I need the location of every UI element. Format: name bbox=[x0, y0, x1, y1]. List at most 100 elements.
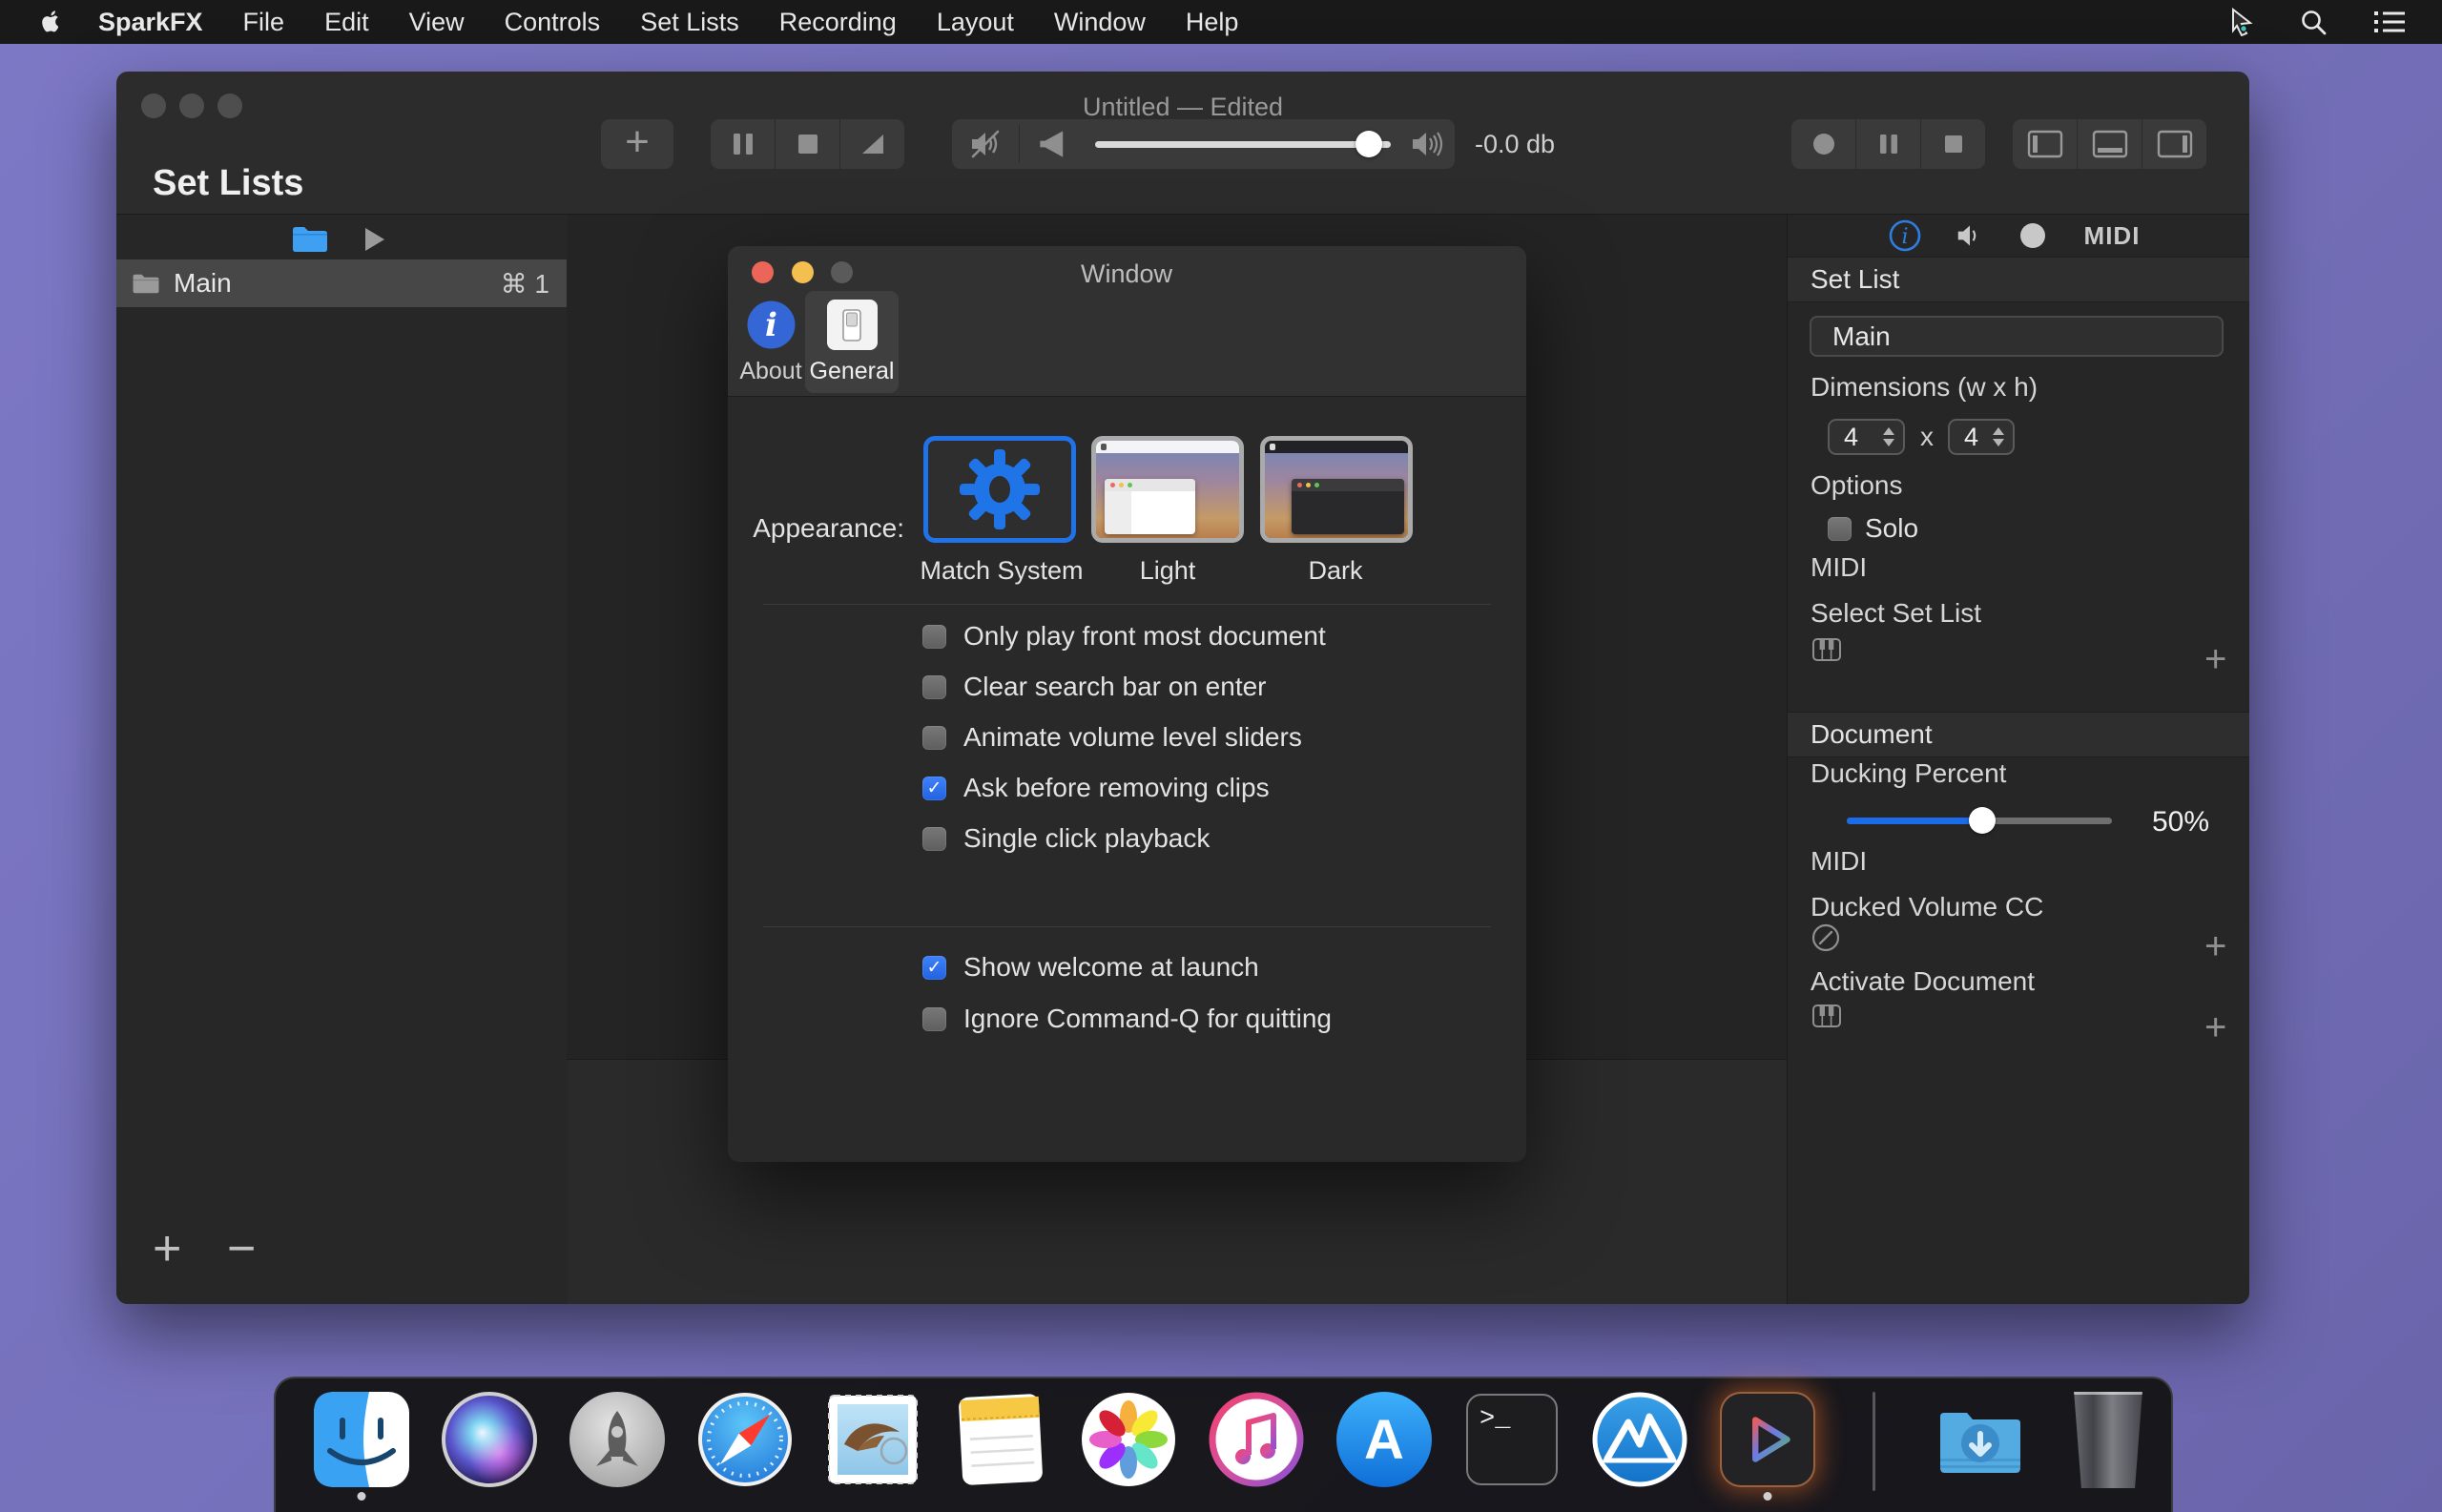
dock-icon-itunes[interactable] bbox=[1209, 1392, 1304, 1487]
light-switch-icon bbox=[827, 300, 878, 350]
midi-tab-icon[interactable]: MIDI bbox=[2074, 217, 2150, 254]
option-single-click-playback[interactable]: ✓ Single click playback bbox=[922, 822, 1210, 855]
option-only-play-front[interactable]: ✓ Only play front most document bbox=[922, 620, 1326, 652]
menu-layout[interactable]: Layout bbox=[937, 8, 1014, 37]
tab-general-label: General bbox=[810, 358, 895, 385]
appearance-option-match-system[interactable] bbox=[923, 436, 1076, 543]
record-button[interactable] bbox=[1791, 119, 1855, 169]
width-stepper[interactable]: 4 bbox=[1828, 419, 1905, 455]
layout-right-panel-button[interactable] bbox=[2142, 119, 2206, 169]
folder-icon bbox=[132, 273, 160, 295]
match-system-label: Match System bbox=[920, 556, 1083, 586]
audio-tab-icon[interactable] bbox=[1952, 217, 1988, 254]
solo-option[interactable]: ✓ Solo bbox=[1828, 513, 1918, 544]
times-label: x bbox=[1920, 422, 1934, 452]
fade-button[interactable] bbox=[839, 119, 904, 169]
inspector-tabs: i MIDI bbox=[1788, 215, 2249, 258]
stepper-chevrons[interactable] bbox=[1883, 427, 1894, 446]
checkbox-label: Ask before removing clips bbox=[963, 773, 1270, 803]
menu-view[interactable]: View bbox=[409, 8, 465, 37]
option-ignore-command-q[interactable]: ✓ Ignore Command-Q for quitting bbox=[922, 1003, 1332, 1035]
checkbox[interactable]: ✓ bbox=[922, 956, 946, 980]
dock-icon-downloads[interactable] bbox=[1933, 1392, 2028, 1487]
playback-controls bbox=[711, 119, 904, 169]
master-volume-slider-track[interactable] bbox=[1095, 141, 1391, 148]
dock-icon-sparkfx[interactable] bbox=[1720, 1392, 1815, 1487]
inspector-panel: i MIDI Set List Main Dimensions (w x h) … bbox=[1787, 215, 2249, 1304]
solo-checkbox[interactable]: ✓ bbox=[1828, 517, 1852, 541]
record-stop-button[interactable] bbox=[1920, 119, 1985, 169]
master-volume-slider-thumb[interactable] bbox=[1356, 131, 1382, 157]
new-set-list-folder-button[interactable] bbox=[289, 222, 331, 257]
dock-icon-peak-app[interactable] bbox=[1592, 1392, 1687, 1487]
set-list-row-main[interactable]: Main ⌘ 1 bbox=[116, 259, 567, 307]
dialog-close-button[interactable] bbox=[752, 261, 774, 283]
dock-icon-terminal[interactable]: >_ bbox=[1464, 1392, 1560, 1487]
checkbox[interactable]: ✓ bbox=[922, 726, 946, 750]
menu-set-lists[interactable]: Set Lists bbox=[640, 8, 739, 37]
checkbox[interactable]: ✓ bbox=[922, 827, 946, 851]
midi-keyboard-icon bbox=[1811, 634, 1842, 670]
menu-app-name[interactable]: SparkFX bbox=[98, 8, 203, 37]
ducking-slider-thumb[interactable] bbox=[1969, 807, 1996, 834]
height-stepper[interactable]: 4 bbox=[1948, 419, 2015, 455]
play-set-list-button[interactable] bbox=[356, 222, 394, 257]
volume-loud-icon bbox=[1400, 119, 1454, 169]
layout-bottom-panel-button[interactable] bbox=[2077, 119, 2142, 169]
apple-menu-icon[interactable] bbox=[36, 10, 58, 35]
mute-button[interactable] bbox=[952, 119, 1019, 169]
svg-text:i: i bbox=[765, 306, 777, 344]
dock-icon-finder[interactable] bbox=[314, 1392, 409, 1487]
checkbox[interactable]: ✓ bbox=[922, 625, 946, 649]
dock-icon-mail[interactable] bbox=[825, 1392, 921, 1487]
option-show-welcome[interactable]: ✓ Show welcome at launch bbox=[922, 951, 1259, 984]
option-animate-volume-sliders[interactable]: ✓ Animate volume level sliders bbox=[922, 721, 1302, 754]
dock-icon-siri[interactable] bbox=[442, 1392, 537, 1487]
window-close-button[interactable] bbox=[141, 93, 166, 118]
tab-general[interactable]: General bbox=[805, 291, 899, 393]
checkbox[interactable]: ✓ bbox=[922, 675, 946, 699]
ducking-percent-label: Ducking Percent bbox=[1811, 758, 2006, 789]
menu-window[interactable]: Window bbox=[1054, 8, 1146, 37]
cursor-tool-icon[interactable] bbox=[2225, 8, 2253, 36]
info-tab-icon[interactable]: i bbox=[1887, 217, 1923, 254]
menu-controls[interactable]: Controls bbox=[505, 8, 601, 37]
menu-recording[interactable]: Recording bbox=[779, 8, 897, 37]
dock-icon-trash[interactable] bbox=[2060, 1392, 2156, 1487]
dialog-minimize-button[interactable] bbox=[792, 261, 814, 283]
solo-label: Solo bbox=[1865, 513, 1918, 544]
dock-icon-app-store[interactable]: A bbox=[1336, 1392, 1432, 1487]
dock-icon-safari[interactable] bbox=[697, 1392, 793, 1487]
stepper-chevrons[interactable] bbox=[1993, 427, 2004, 446]
play-horn-button[interactable] bbox=[1020, 119, 1086, 169]
app-store-glyph: A bbox=[1364, 1408, 1404, 1472]
checkbox[interactable]: ✓ bbox=[922, 777, 946, 800]
record-tab-icon[interactable] bbox=[2015, 217, 2051, 254]
search-icon[interactable] bbox=[2299, 8, 2328, 36]
window-zoom-button[interactable] bbox=[217, 93, 242, 118]
add-sound-button[interactable]: + bbox=[601, 119, 673, 169]
menu-file[interactable]: File bbox=[243, 8, 285, 37]
layout-left-panel-button[interactable] bbox=[2013, 119, 2077, 169]
menu-help[interactable]: Help bbox=[1186, 8, 1239, 37]
pause-button[interactable] bbox=[711, 119, 775, 169]
menu-edit[interactable]: Edit bbox=[324, 8, 369, 37]
option-clear-search-bar[interactable]: ✓ Clear search bar on enter bbox=[922, 671, 1267, 703]
dock-icon-notes[interactable] bbox=[953, 1392, 1048, 1487]
set-list-name-field[interactable]: Main bbox=[1810, 316, 2224, 357]
db-readout: -0.0 db bbox=[1475, 130, 1555, 159]
midi-label: MIDI bbox=[1811, 552, 1867, 583]
dock-icon-launchpad[interactable] bbox=[569, 1392, 665, 1487]
appearance-option-dark[interactable] bbox=[1260, 436, 1413, 543]
dialog-zoom-button[interactable] bbox=[831, 261, 853, 283]
set-list-section-header: Set List bbox=[1788, 257, 2249, 302]
checkbox[interactable]: ✓ bbox=[922, 1007, 946, 1031]
stop-button[interactable] bbox=[775, 119, 839, 169]
list-menu-icon[interactable] bbox=[2373, 9, 2406, 35]
window-minimize-button[interactable] bbox=[179, 93, 204, 118]
tab-about[interactable]: i About bbox=[737, 291, 804, 393]
record-pause-button[interactable] bbox=[1855, 119, 1920, 169]
dock-icon-photos[interactable] bbox=[1081, 1392, 1176, 1487]
option-ask-before-removing[interactable]: ✓ Ask before removing clips bbox=[922, 772, 1270, 804]
appearance-option-light[interactable] bbox=[1091, 436, 1244, 543]
